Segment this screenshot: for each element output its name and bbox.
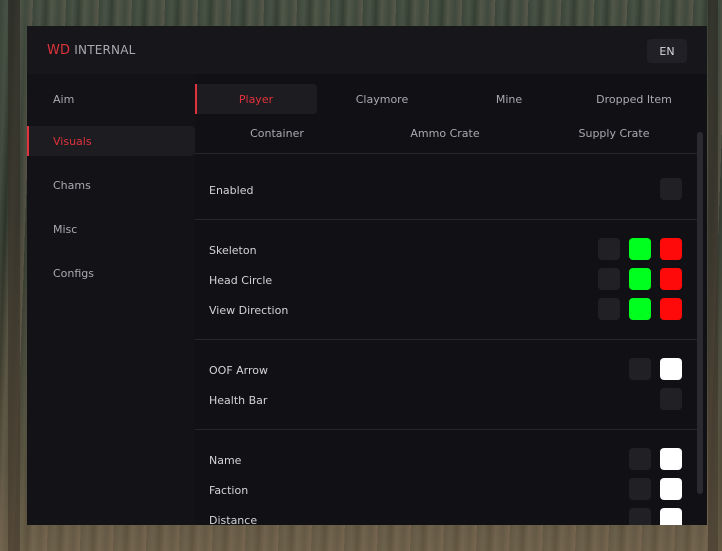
skeleton-visible-color[interactable] [629, 238, 651, 260]
view-direction-label: View Direction [209, 304, 289, 317]
brand-suffix: INTERNAL [74, 43, 136, 57]
menu-header: WD INTERNAL EN [27, 26, 707, 74]
faction-label: Faction [209, 484, 249, 497]
sidebar-item-aim[interactable]: Aim [27, 84, 195, 114]
distance-checkbox[interactable] [629, 508, 651, 525]
view-direction-visible-color[interactable] [629, 298, 651, 320]
view-direction-checkbox[interactable] [598, 298, 620, 320]
language-button[interactable]: EN [647, 39, 687, 63]
enabled-label: Enabled [209, 184, 254, 197]
health-bar-label: Health Bar [209, 394, 268, 407]
health-bar-checkbox[interactable] [660, 388, 682, 410]
skeleton-checkbox[interactable] [598, 238, 620, 260]
divider [195, 429, 697, 430]
background-tree [8, 0, 20, 551]
distance-label: Distance [209, 514, 258, 525]
sidebar-item-configs[interactable]: Configs [27, 258, 195, 288]
sidebar-item-chams[interactable]: Chams [27, 170, 195, 200]
enabled-checkbox[interactable] [660, 178, 682, 200]
head-circle-label: Head Circle [209, 274, 273, 287]
oof-arrow-label: OOF Arrow [209, 364, 269, 377]
cheat-menu-window: WD INTERNAL EN Aim Visuals Chams Misc Co… [27, 26, 707, 525]
visuals-content: Player Claymore Mine Dropped Item Contai… [195, 74, 707, 525]
faction-checkbox[interactable] [629, 478, 651, 500]
sidebar-item-misc[interactable]: Misc [27, 214, 195, 244]
name-label: Name [209, 454, 242, 467]
head-circle-visible-color[interactable] [629, 268, 651, 290]
tab-player[interactable]: Player [195, 84, 317, 114]
scrollbar[interactable] [697, 132, 703, 494]
sidebar-item-visuals[interactable]: Visuals [27, 126, 195, 156]
tab-container[interactable]: Container [195, 118, 359, 148]
view-direction-hidden-color[interactable] [660, 298, 682, 320]
tab-mine[interactable]: Mine [447, 84, 571, 114]
brand-logo: WD INTERNAL [47, 43, 136, 58]
skeleton-hidden-color[interactable] [660, 238, 682, 260]
divider [195, 219, 697, 220]
background-tree [708, 0, 718, 551]
divider [195, 339, 697, 340]
sidebar: Aim Visuals Chams Misc Configs [27, 74, 195, 525]
oof-arrow-color[interactable] [660, 358, 682, 380]
brand-prefix: WD [47, 43, 71, 58]
tab-dropped-item[interactable]: Dropped Item [572, 84, 696, 114]
oof-arrow-checkbox[interactable] [629, 358, 651, 380]
skeleton-label: Skeleton [209, 244, 257, 257]
name-checkbox[interactable] [629, 448, 651, 470]
head-circle-checkbox[interactable] [598, 268, 620, 290]
tab-supply-crate[interactable]: Supply Crate [531, 118, 697, 148]
head-circle-hidden-color[interactable] [660, 268, 682, 290]
tab-ammo-crate[interactable]: Ammo Crate [362, 118, 528, 148]
divider [195, 153, 697, 154]
faction-color[interactable] [660, 478, 682, 500]
distance-color[interactable] [660, 508, 682, 525]
tab-claymore[interactable]: Claymore [320, 84, 444, 114]
name-color[interactable] [660, 448, 682, 470]
